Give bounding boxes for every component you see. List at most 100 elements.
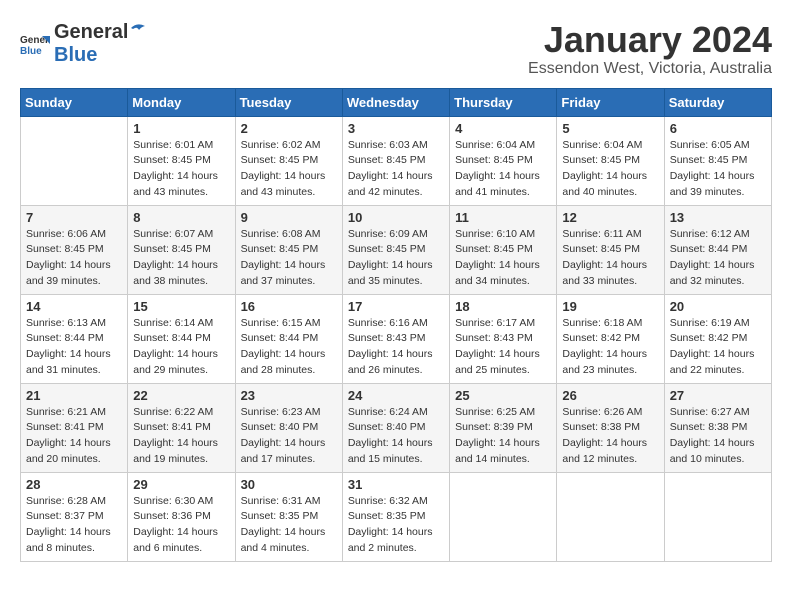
day-info: Sunrise: 6:02 AMSunset: 8:45 PMDaylight:… xyxy=(241,138,337,201)
calendar-weekday-header: Friday xyxy=(557,88,664,116)
day-number: 30 xyxy=(241,477,337,492)
day-info: Sunrise: 6:17 AMSunset: 8:43 PMDaylight:… xyxy=(455,316,551,379)
calendar-day-cell: 18Sunrise: 6:17 AMSunset: 8:43 PMDayligh… xyxy=(450,294,557,383)
calendar-table: SundayMondayTuesdayWednesdayThursdayFrid… xyxy=(20,88,772,562)
title-section: January 2024 Essendon West, Victoria, Au… xyxy=(528,20,772,78)
calendar-day-cell: 26 Sunrise: 6:26 AMSunset: 8:38 PMDayligh… xyxy=(557,383,664,472)
day-number: 31 xyxy=(348,477,444,492)
calendar-day-cell: 8 Sunrise: 6:07 AMSunset: 8:45 PMDaylight… xyxy=(128,205,235,294)
day-info: Sunrise: 6:22 AMSunset: 8:41 PMDaylight:… xyxy=(133,405,229,468)
calendar-day-cell: 21 Sunrise: 6:21 AMSunset: 8:41 PMDayligh… xyxy=(21,383,128,472)
calendar-weekday-header: Sunday xyxy=(21,88,128,116)
day-number: 28 xyxy=(26,477,122,492)
day-number: 12 xyxy=(562,210,658,225)
day-number: 26 xyxy=(562,388,658,403)
calendar-day-cell: 5 Sunrise: 6:04 AMSunset: 8:45 PMDaylight… xyxy=(557,116,664,205)
day-number: 13 xyxy=(670,210,766,225)
day-number: 24 xyxy=(348,388,444,403)
day-info: Sunrise: 6:18 AMSunset: 8:42 PMDaylight:… xyxy=(562,316,658,379)
calendar-day-cell: 16 Sunrise: 6:15 AMSunset: 8:44 PMDayligh… xyxy=(235,294,342,383)
calendar-day-cell: 13 Sunrise: 6:12 AMSunset: 8:44 PMDayligh… xyxy=(664,205,771,294)
day-info: Sunrise: 6:01 AMSunset: 8:45 PMDaylight:… xyxy=(133,138,229,201)
calendar-weekday-header: Thursday xyxy=(450,88,557,116)
calendar-weekday-header: Wednesday xyxy=(342,88,449,116)
day-info: Sunrise: 6:14 AMSunset: 8:44 PMDaylight:… xyxy=(133,316,229,379)
day-number: 22 xyxy=(133,388,229,403)
calendar-day-cell xyxy=(664,472,771,561)
day-number: 23 xyxy=(241,388,337,403)
day-info: Sunrise: 6:31 AMSunset: 8:35 PMDaylight:… xyxy=(241,494,337,557)
calendar-day-cell: 4Sunrise: 6:04 AMSunset: 8:45 PMDaylight… xyxy=(450,116,557,205)
day-number: 17 xyxy=(348,299,444,314)
calendar-week-row: 1 Sunrise: 6:01 AMSunset: 8:45 PMDaylight… xyxy=(21,116,772,205)
day-number: 10 xyxy=(348,210,444,225)
calendar-day-cell: 29 Sunrise: 6:30 AMSunset: 8:36 PMDayligh… xyxy=(128,472,235,561)
calendar-day-cell: 24Sunrise: 6:24 AMSunset: 8:40 PMDayligh… xyxy=(342,383,449,472)
day-info: Sunrise: 6:19 AMSunset: 8:42 PMDaylight:… xyxy=(670,316,766,379)
day-number: 11 xyxy=(455,210,551,225)
day-number: 21 xyxy=(26,388,122,403)
day-number: 8 xyxy=(133,210,229,225)
day-info: Sunrise: 6:26 AMSunset: 8:38 PMDaylight:… xyxy=(562,405,658,468)
calendar-day-cell: 31 Sunrise: 6:32 AMSunset: 8:35 PMDayligh… xyxy=(342,472,449,561)
calendar-day-cell: 6Sunrise: 6:05 AMSunset: 8:45 PMDaylight… xyxy=(664,116,771,205)
day-number: 25 xyxy=(455,388,551,403)
calendar-week-row: 21 Sunrise: 6:21 AMSunset: 8:41 PMDayligh… xyxy=(21,383,772,472)
day-info: Sunrise: 6:30 AMSunset: 8:36 PMDaylight:… xyxy=(133,494,229,557)
calendar-header-row: SundayMondayTuesdayWednesdayThursdayFrid… xyxy=(21,88,772,116)
day-info: Sunrise: 6:09 AMSunset: 8:45 PMDaylight:… xyxy=(348,227,444,290)
calendar-day-cell: 7Sunrise: 6:06 AMSunset: 8:45 PMDaylight… xyxy=(21,205,128,294)
calendar-day-cell: 14Sunrise: 6:13 AMSunset: 8:44 PMDayligh… xyxy=(21,294,128,383)
day-info: Sunrise: 6:15 AMSunset: 8:44 PMDaylight:… xyxy=(241,316,337,379)
logo: General Blue General Blue xyxy=(20,20,148,67)
day-info: Sunrise: 6:04 AMSunset: 8:45 PMDaylight:… xyxy=(562,138,658,201)
day-info: Sunrise: 6:07 AMSunset: 8:45 PMDaylight:… xyxy=(133,227,229,290)
day-number: 15 xyxy=(133,299,229,314)
calendar-week-row: 28 Sunrise: 6:28 AMSunset: 8:37 PMDayligh… xyxy=(21,472,772,561)
calendar-day-cell: 28 Sunrise: 6:28 AMSunset: 8:37 PMDayligh… xyxy=(21,472,128,561)
day-number: 1 xyxy=(133,121,229,136)
calendar-day-cell: 2 Sunrise: 6:02 AMSunset: 8:45 PMDaylight… xyxy=(235,116,342,205)
day-info: Sunrise: 6:04 AMSunset: 8:45 PMDaylight:… xyxy=(455,138,551,201)
svg-text:Blue: Blue xyxy=(20,46,42,56)
calendar-weekday-header: Monday xyxy=(128,88,235,116)
day-number: 2 xyxy=(241,121,337,136)
calendar-day-cell: 17Sunrise: 6:16 AMSunset: 8:43 PMDayligh… xyxy=(342,294,449,383)
calendar-day-cell: 3Sunrise: 6:03 AMSunset: 8:45 PMDaylight… xyxy=(342,116,449,205)
calendar-weekday-header: Tuesday xyxy=(235,88,342,116)
page-subtitle: Essendon West, Victoria, Australia xyxy=(528,60,772,78)
calendar-day-cell xyxy=(21,116,128,205)
day-number: 29 xyxy=(133,477,229,492)
calendar-day-cell: 15 Sunrise: 6:14 AMSunset: 8:44 PMDayligh… xyxy=(128,294,235,383)
calendar-day-cell: 25 Sunrise: 6:25 AMSunset: 8:39 PMDayligh… xyxy=(450,383,557,472)
calendar-weekday-header: Saturday xyxy=(664,88,771,116)
calendar-day-cell: 9 Sunrise: 6:08 AMSunset: 8:45 PMDaylight… xyxy=(235,205,342,294)
calendar-day-cell: 23Sunrise: 6:23 AMSunset: 8:40 PMDayligh… xyxy=(235,383,342,472)
day-info: Sunrise: 6:06 AMSunset: 8:45 PMDaylight:… xyxy=(26,227,122,290)
day-number: 5 xyxy=(562,121,658,136)
calendar-day-cell: 19 Sunrise: 6:18 AMSunset: 8:42 PMDayligh… xyxy=(557,294,664,383)
calendar-day-cell: 1 Sunrise: 6:01 AMSunset: 8:45 PMDaylight… xyxy=(128,116,235,205)
day-number: 9 xyxy=(241,210,337,225)
logo-bird-icon xyxy=(129,20,147,38)
calendar-week-row: 14Sunrise: 6:13 AMSunset: 8:44 PMDayligh… xyxy=(21,294,772,383)
logo-blue: Blue xyxy=(54,44,97,66)
calendar-day-cell: 27Sunrise: 6:27 AMSunset: 8:38 PMDayligh… xyxy=(664,383,771,472)
logo-general: General xyxy=(54,21,128,44)
day-info: Sunrise: 6:28 AMSunset: 8:37 PMDaylight:… xyxy=(26,494,122,557)
calendar-day-cell xyxy=(557,472,664,561)
day-info: Sunrise: 6:08 AMSunset: 8:45 PMDaylight:… xyxy=(241,227,337,290)
calendar-day-cell: 10 Sunrise: 6:09 AMSunset: 8:45 PMDayligh… xyxy=(342,205,449,294)
day-number: 20 xyxy=(670,299,766,314)
day-info: Sunrise: 6:12 AMSunset: 8:44 PMDaylight:… xyxy=(670,227,766,290)
page-title: January 2024 xyxy=(528,20,772,60)
day-number: 16 xyxy=(241,299,337,314)
calendar-day-cell: 12Sunrise: 6:11 AMSunset: 8:45 PMDayligh… xyxy=(557,205,664,294)
day-info: Sunrise: 6:32 AMSunset: 8:35 PMDaylight:… xyxy=(348,494,444,557)
calendar-day-cell: 11Sunrise: 6:10 AMSunset: 8:45 PMDayligh… xyxy=(450,205,557,294)
day-info: Sunrise: 6:21 AMSunset: 8:41 PMDaylight:… xyxy=(26,405,122,468)
day-info: Sunrise: 6:05 AMSunset: 8:45 PMDaylight:… xyxy=(670,138,766,201)
calendar-week-row: 7Sunrise: 6:06 AMSunset: 8:45 PMDaylight… xyxy=(21,205,772,294)
day-info: Sunrise: 6:25 AMSunset: 8:39 PMDaylight:… xyxy=(455,405,551,468)
day-number: 19 xyxy=(562,299,658,314)
